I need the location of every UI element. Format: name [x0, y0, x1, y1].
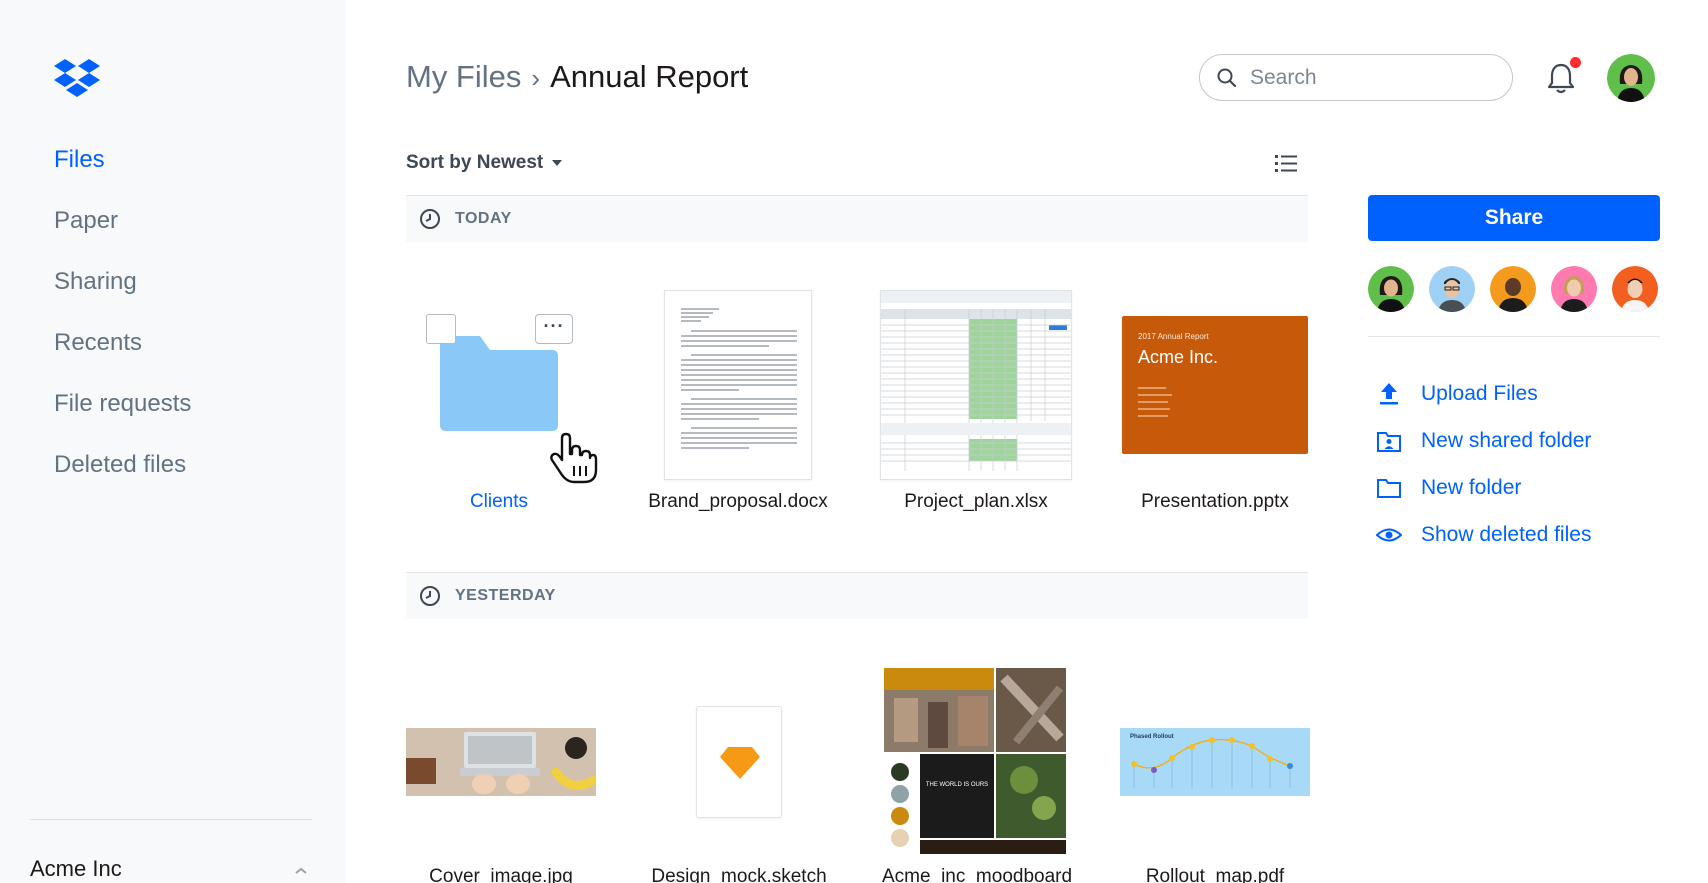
presentation-text-lines-icon — [1138, 387, 1172, 417]
avatar-man-icon — [1612, 266, 1658, 312]
sort-label: Sort by Newest — [406, 152, 544, 173]
avatar-woman-blonde-icon — [1551, 266, 1597, 312]
sidebar-item-file-requests[interactable]: File requests — [54, 389, 191, 450]
shared-folder-icon — [1377, 431, 1401, 452]
section-title: TODAY — [455, 210, 512, 227]
search-input[interactable] — [1250, 65, 1490, 90]
sidebar: Files Paper Sharing Recents File request… — [0, 0, 346, 883]
spreadsheet-grid-icon — [881, 291, 1071, 471]
search-box[interactable] — [1199, 54, 1513, 101]
sketch-thumbnail[interactable] — [696, 706, 782, 818]
laptop-photo-thumbnail[interactable] — [406, 728, 596, 796]
share-button[interactable]: Share — [1368, 195, 1660, 241]
file-name[interactable]: Project_plan.xlsx — [861, 491, 1091, 513]
member-avatar[interactable] — [1490, 266, 1536, 312]
panel-divider — [1368, 336, 1660, 337]
more-options-button[interactable]: ··· — [535, 314, 573, 344]
document-text-lines-icon — [681, 308, 797, 449]
member-avatars — [1368, 266, 1673, 312]
presentation-thumbnail[interactable]: 2017 Annual Report Acme Inc. — [1122, 316, 1308, 454]
show-deleted-files-action[interactable]: Show deleted files — [1376, 511, 1591, 558]
file-name[interactable]: Presentation.pptx — [1100, 491, 1330, 513]
moodboard-thumbnail[interactable]: THE WORLD IS OURS — [884, 668, 1066, 854]
rollout-title: Phased Rollout — [1130, 734, 1174, 740]
sidebar-item-recents[interactable]: Recents — [54, 328, 191, 389]
avatar-woman-icon — [1368, 266, 1414, 312]
action-label: Upload Files — [1421, 381, 1538, 405]
presentation-subtitle: 2017 Annual Report — [1138, 332, 1209, 341]
action-label: Show deleted files — [1421, 522, 1592, 546]
search-icon — [1217, 68, 1237, 87]
presentation-title: Acme Inc. — [1138, 347, 1219, 367]
file-name[interactable]: Design_mock.sketch — [624, 866, 854, 883]
file-name[interactable]: Brand_proposal.docx — [623, 491, 853, 513]
file-name[interactable]: Clients — [384, 491, 614, 513]
rollout-map-thumbnail[interactable]: Phased Rollout — [1120, 728, 1310, 796]
user-avatar[interactable] — [1607, 54, 1655, 102]
member-avatar[interactable] — [1429, 266, 1475, 312]
chevron-up-icon[interactable] — [292, 862, 310, 880]
new-shared-folder-action[interactable]: New shared folder — [1376, 417, 1591, 464]
avatar-man-glasses-icon — [1429, 266, 1475, 312]
team-switcher[interactable]: Acme Inc — [30, 856, 122, 882]
section-header-yesterday: YESTERDAY — [406, 572, 1308, 619]
notification-dot — [1570, 57, 1581, 68]
sketch-diamond-icon — [720, 747, 760, 779]
clock-icon — [420, 586, 440, 606]
breadcrumb: My Files › Annual Report — [406, 58, 748, 97]
moodboard-caption: THE WORLD IS OURS — [926, 782, 988, 788]
sidebar-item-deleted-files[interactable]: Deleted files — [54, 450, 191, 511]
sidebar-item-files[interactable]: Files — [54, 145, 191, 206]
dropbox-logo-icon[interactable] — [52, 56, 102, 100]
document-thumbnail[interactable] — [664, 290, 812, 480]
sort-dropdown[interactable]: Sort by Newest — [406, 152, 563, 174]
file-name[interactable]: Acme_inc_moodboard — [862, 866, 1092, 883]
sidebar-divider — [30, 819, 312, 820]
section-header-today: TODAY — [406, 195, 1308, 242]
caret-down-icon — [552, 160, 563, 166]
breadcrumb-separator: › — [531, 63, 541, 93]
sidebar-item-paper[interactable]: Paper — [54, 206, 191, 267]
select-checkbox[interactable] — [426, 314, 456, 344]
breadcrumb-parent[interactable]: My Files — [406, 59, 521, 94]
file-name[interactable]: Cover_image.jpg — [386, 866, 616, 883]
upload-files-action[interactable]: Upload Files — [1376, 370, 1591, 417]
action-label: New folder — [1421, 475, 1522, 499]
member-avatar[interactable] — [1612, 266, 1658, 312]
folder-outline-icon — [1377, 478, 1401, 498]
folder-icon[interactable] — [440, 336, 558, 431]
file-name[interactable]: Rollout_map.pdf — [1100, 866, 1330, 883]
upload-icon — [1380, 382, 1398, 404]
new-folder-action[interactable]: New folder — [1376, 464, 1591, 511]
avatar-man-icon — [1490, 266, 1536, 312]
clock-icon — [420, 209, 440, 229]
eye-icon — [1376, 528, 1402, 541]
sidebar-item-sharing[interactable]: Sharing — [54, 267, 191, 328]
page-title: Annual Report — [550, 59, 749, 94]
member-avatar[interactable] — [1551, 266, 1597, 312]
action-list: Upload Files New shared folder New folde… — [1376, 370, 1591, 558]
spreadsheet-thumbnail[interactable] — [880, 290, 1072, 480]
hand-cursor-icon — [550, 432, 598, 484]
list-view-icon[interactable] — [1274, 153, 1298, 175]
action-label: New shared folder — [1421, 428, 1592, 452]
section-title: YESTERDAY — [455, 587, 556, 604]
sidebar-nav: Files Paper Sharing Recents File request… — [54, 145, 191, 511]
avatar-woman-icon — [1607, 54, 1655, 102]
member-avatar[interactable] — [1368, 266, 1414, 312]
